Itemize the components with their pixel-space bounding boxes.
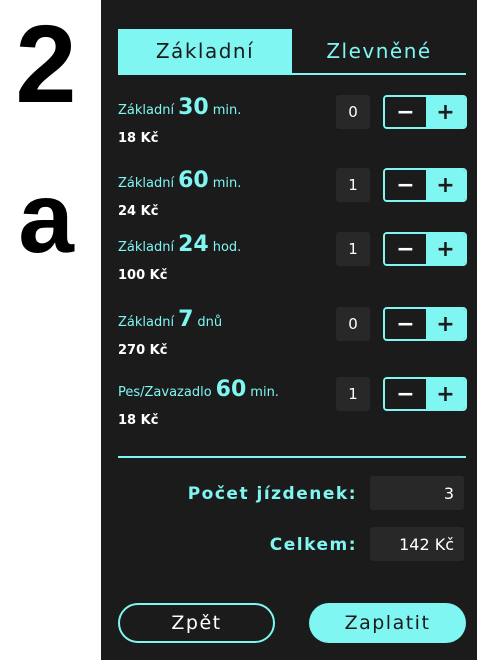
quantity-display: 1 [336,232,370,266]
ticket-prefix: Základní [118,315,175,330]
decrease-button[interactable]: − [385,309,426,339]
increase-button[interactable]: + [426,309,465,339]
ticket-tabs: Základní Zlevněné [118,29,466,75]
ticket-prefix: Základní [118,103,175,118]
increase-button[interactable]: + [426,97,465,127]
ticket-row: Základní 7 dnů 270 Kč 0 − + [118,307,467,367]
ticket-amount: 60 [178,168,209,193]
quantity-display: 0 [336,307,370,341]
ticket-price: 18 Kč [118,131,159,146]
decrease-button[interactable]: − [385,379,426,409]
ticket-unit: dnů [197,315,223,330]
ticket-row: Základní 30 min. 18 Kč 0 − + [118,95,467,155]
increase-button[interactable]: + [426,234,465,264]
quantity-stepper: − + [383,307,467,341]
tab-discounted[interactable]: Zlevněné [292,29,466,73]
ticket-unit: min. [250,385,279,400]
ticket-prefix: Základní [118,176,175,191]
quantity-stepper: − + [383,95,467,129]
quantity-stepper: − + [383,232,467,266]
ticket-price: 100 Kč [118,268,168,283]
ticket-name: Základní 30 min. [118,95,241,120]
back-button[interactable]: Zpět [118,603,275,643]
ticket-price: 24 Kč [118,204,159,219]
ticket-count-value: 3 [370,476,464,510]
ticket-row: Základní 60 min. 24 Kč 1 − + [118,168,467,228]
ticket-name: Pes/Zavazadlo 60 min. [118,377,279,402]
ticket-count-label: Počet jízdenek: [187,484,357,504]
ticket-amount: 30 [178,95,209,120]
total-label: Celkem: [269,535,357,555]
quantity-display: 0 [336,95,370,129]
ticket-prefix: Pes/Zavazadlo [118,385,212,400]
decrease-button[interactable]: − [385,170,426,200]
ticket-unit: hod. [212,240,242,255]
decrease-button[interactable]: − [385,234,426,264]
step-number: 2 [15,3,77,126]
pay-button[interactable]: Zaplatit [309,603,466,643]
ticket-price: 270 Kč [118,343,168,358]
quantity-display: 1 [336,168,370,202]
ticket-price: 18 Kč [118,413,159,428]
ticket-amount: 24 [178,232,209,257]
ticket-panel: Základní Zlevněné Základní 30 min. 18 Kč… [101,0,477,660]
ticket-unit: min. [212,103,242,118]
ticket-row: Základní 24 hod. 100 Kč 1 − + [118,232,467,292]
increase-button[interactable]: + [426,379,465,409]
ticket-unit: min. [212,176,242,191]
quantity-display: 1 [336,377,370,411]
ticket-name: Základní 7 dnů [118,307,222,332]
ticket-amount: 60 [215,377,247,402]
ticket-amount: 7 [178,307,194,332]
ticket-prefix: Základní [118,240,175,255]
ticket-name: Základní 24 hod. [118,232,241,257]
tab-basic[interactable]: Základní [118,29,292,73]
increase-button[interactable]: + [426,170,465,200]
quantity-stepper: − + [383,377,467,411]
summary-divider [118,456,466,458]
quantity-stepper: − + [383,168,467,202]
total-value: 142 Kč [370,527,464,561]
ticket-name: Základní 60 min. [118,168,241,193]
ticket-row: Pes/Zavazadlo 60 min. 18 Kč 1 − + [118,377,467,437]
step-letter: a [18,162,74,274]
decrease-button[interactable]: − [385,97,426,127]
